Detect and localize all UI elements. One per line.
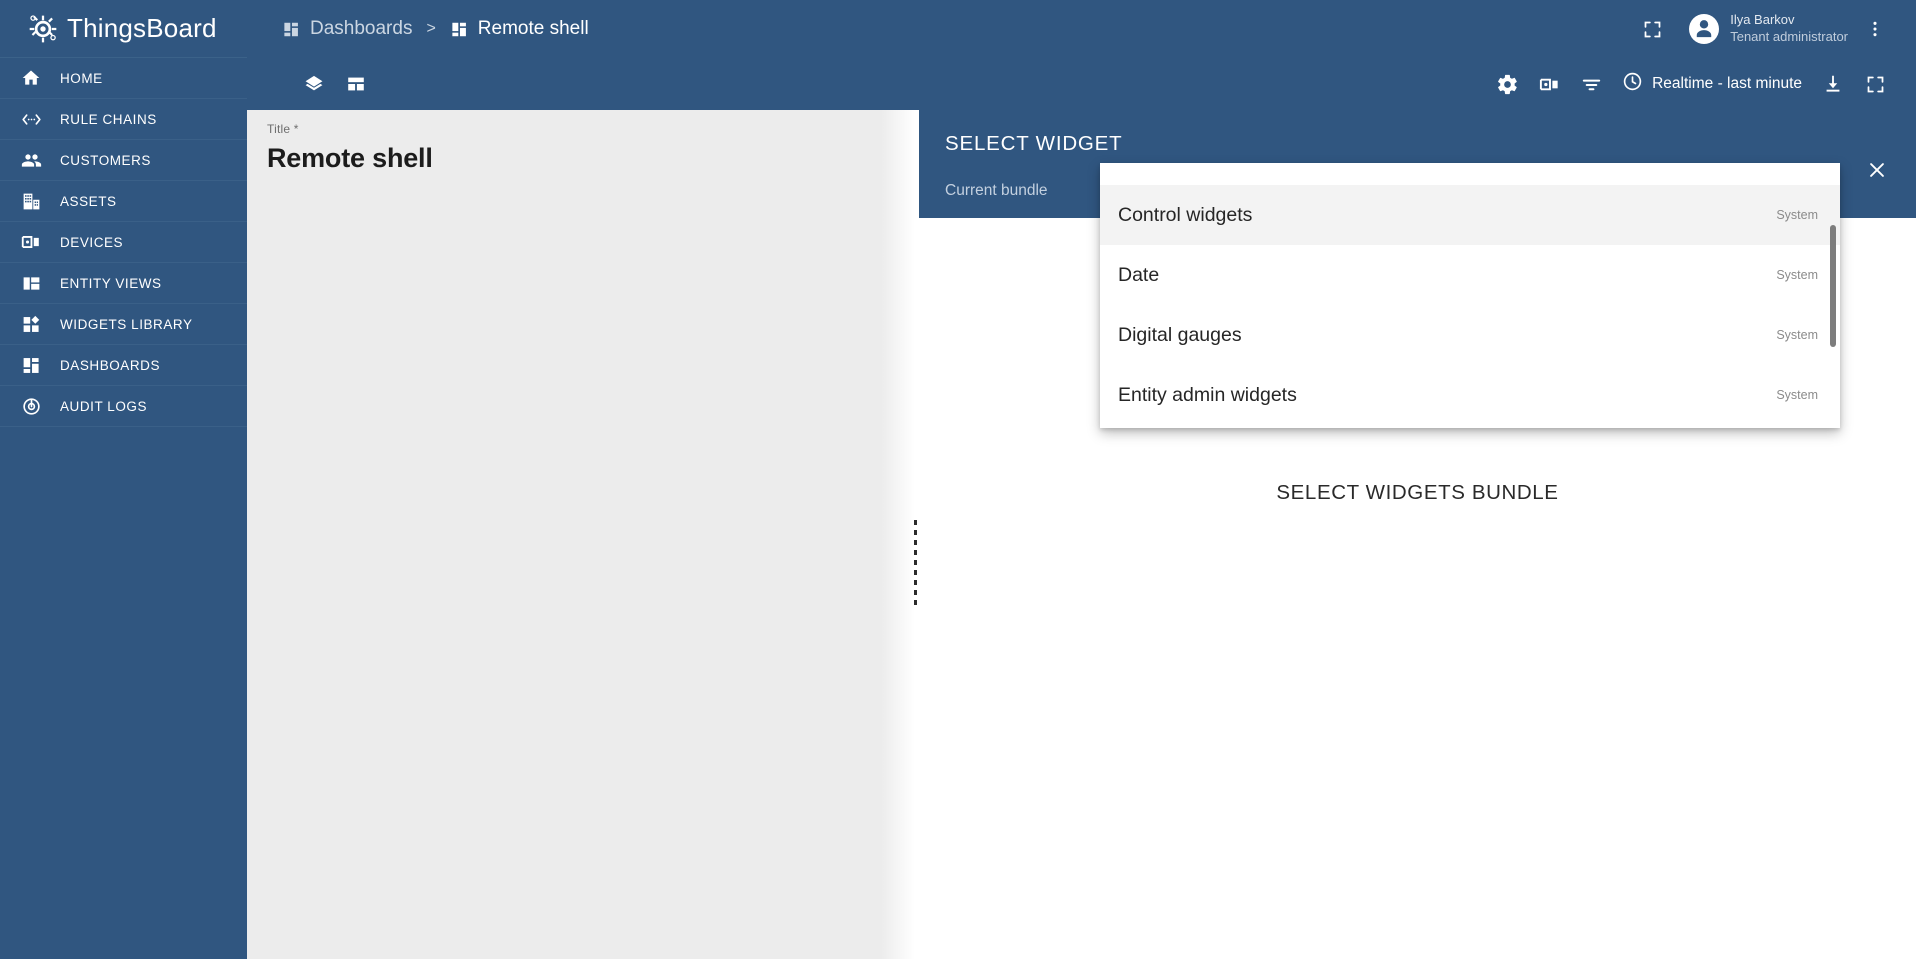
pane-splitter[interactable] [912,110,919,959]
sidebar-item-devices[interactable]: DEVICES [0,222,247,263]
dropdown-scrollbar-thumb[interactable] [1830,225,1836,347]
list-item[interactable]: Charts System [1100,163,1840,185]
customers-icon [20,149,42,171]
rule-chains-icon [20,108,42,130]
breadcrumb: Dashboards > Remote shell [282,18,589,40]
download-icon[interactable] [1812,63,1854,105]
sidebar-item-audit-logs[interactable]: AUDIT LOGS [0,386,247,427]
assets-icon [20,190,42,212]
breadcrumb-separator: > [426,20,436,37]
sidebar-item-label: ENTITY VIEWS [60,275,162,291]
fullscreen-icon[interactable] [1633,10,1671,48]
bundle-tag: System [1776,328,1818,342]
sidebar-item-label: DASHBOARDS [60,357,161,373]
user-menu-button[interactable]: Ilya Barkov Tenant administrator [1689,12,1848,45]
sidebar-item-label: ASSETS [60,193,117,209]
layers-icon[interactable] [293,63,335,105]
list-item[interactable]: Control widgets System [1100,185,1840,245]
widgets-bundle-dropdown[interactable]: Charts System Control widgets System Dat… [1100,163,1840,428]
dashboard-title-input[interactable]: Remote shell [267,143,915,174]
bundle-name: Control widgets [1118,203,1253,226]
sidebar-item-label: AUDIT LOGS [60,398,148,414]
bundle-tag: System [1776,388,1818,402]
sidebar-item-label: CUSTOMERS [60,152,151,168]
user-role: Tenant administrator [1730,29,1848,44]
entity-views-icon [20,272,42,294]
thingsboard-logo-icon [26,12,60,46]
sidebar-item-rule-chains[interactable]: RULE CHAINS [0,99,247,140]
fullscreen-icon[interactable] [1854,63,1896,105]
top-header-bar: Dashboards > Remote shell Ilya Barkov Te… [247,0,1916,58]
sidebar-item-widgets-library[interactable]: WIDGETS LIBRARY [0,304,247,345]
audit-logs-icon [20,395,42,417]
sidebar-item-label: HOME [60,70,103,86]
bundle-name: Digital gauges [1118,323,1242,346]
bundle-name: Date [1118,263,1160,286]
widgets-bundle-dropdown-scroll[interactable]: Charts System Control widgets System Dat… [1100,163,1840,428]
current-bundle-label: Current bundle [945,182,1048,199]
list-item[interactable]: Entity admin widgets System [1100,365,1840,425]
sidebar-item-label: WIDGETS LIBRARY [60,316,193,332]
user-avatar-icon [1689,14,1720,44]
dashboards-icon [282,20,301,39]
splitter-grip[interactable] [914,520,917,608]
brand-name: ThingsBoard [67,13,217,43]
device-icon[interactable] [1528,63,1570,105]
dashboard-canvas: Title * Remote shell [247,110,915,959]
sidebar-item-customers[interactable]: CUSTOMERS [0,140,247,181]
bundle-name: Charts [1118,163,1175,167]
dashboard-toolbar: Realtime - last minute [247,58,1916,110]
dashboard-title-field[interactable]: Title * Remote shell [247,110,915,174]
more-vertical-icon[interactable] [1856,10,1894,48]
dashboards-icon [20,354,42,376]
sidebar-item-label: RULE CHAINS [60,111,157,127]
select-widgets-bundle-placeholder: SELECT WIDGETS BUNDLE [1276,481,1559,504]
dashboard-states-icon[interactable] [335,63,377,105]
filter-icon[interactable] [1570,63,1612,105]
breadcrumb-item-dashboards[interactable]: Dashboards [282,18,412,40]
sidebar-item-entity-views[interactable]: ENTITY VIEWS [0,263,247,304]
widgets-library-icon [20,313,42,335]
sidebar-item-label: DEVICES [60,234,124,250]
sidebar: ThingsBoard HOME RULE CHAINS CUSTOMERS A… [0,0,247,959]
devices-icon [20,231,42,253]
clock-icon [1622,71,1643,97]
select-widget-title: SELECT WIDGET [945,132,1123,155]
timewindow-button[interactable]: Realtime - last minute [1612,63,1812,105]
breadcrumb-current-label: Remote shell [477,18,589,39]
breadcrumb-item-current[interactable]: Remote shell [450,18,589,40]
dashboard-title-label: Title * [267,122,299,136]
sidebar-item-assets[interactable]: ASSETS [0,181,247,222]
list-item[interactable]: Date System [1100,245,1840,305]
sidebar-item-home[interactable]: HOME [0,58,247,99]
breadcrumb-parent-label: Dashboards [310,18,413,39]
close-icon[interactable] [1860,153,1894,187]
dashboard-toolbar-right: Realtime - last minute [1486,63,1916,105]
user-name: Ilya Barkov [1730,12,1795,28]
timewindow-label: Realtime - last minute [1652,75,1802,92]
widgets-bundle-list: Charts System Control widgets System Dat… [1100,163,1840,425]
bundle-name: Entity admin widgets [1118,383,1297,406]
bundle-tag: System [1776,268,1818,282]
brand-logo[interactable]: ThingsBoard [0,0,247,58]
gear-icon[interactable] [1486,63,1528,105]
bundle-tag: System [1776,208,1818,222]
list-item[interactable]: Digital gauges System [1100,305,1840,365]
dashboards-icon [450,20,469,39]
home-icon [20,67,42,89]
header-actions: Ilya Barkov Tenant administrator [1633,10,1916,48]
dashboard-toolbar-left [293,63,377,105]
sidebar-item-dashboards[interactable]: DASHBOARDS [0,345,247,386]
